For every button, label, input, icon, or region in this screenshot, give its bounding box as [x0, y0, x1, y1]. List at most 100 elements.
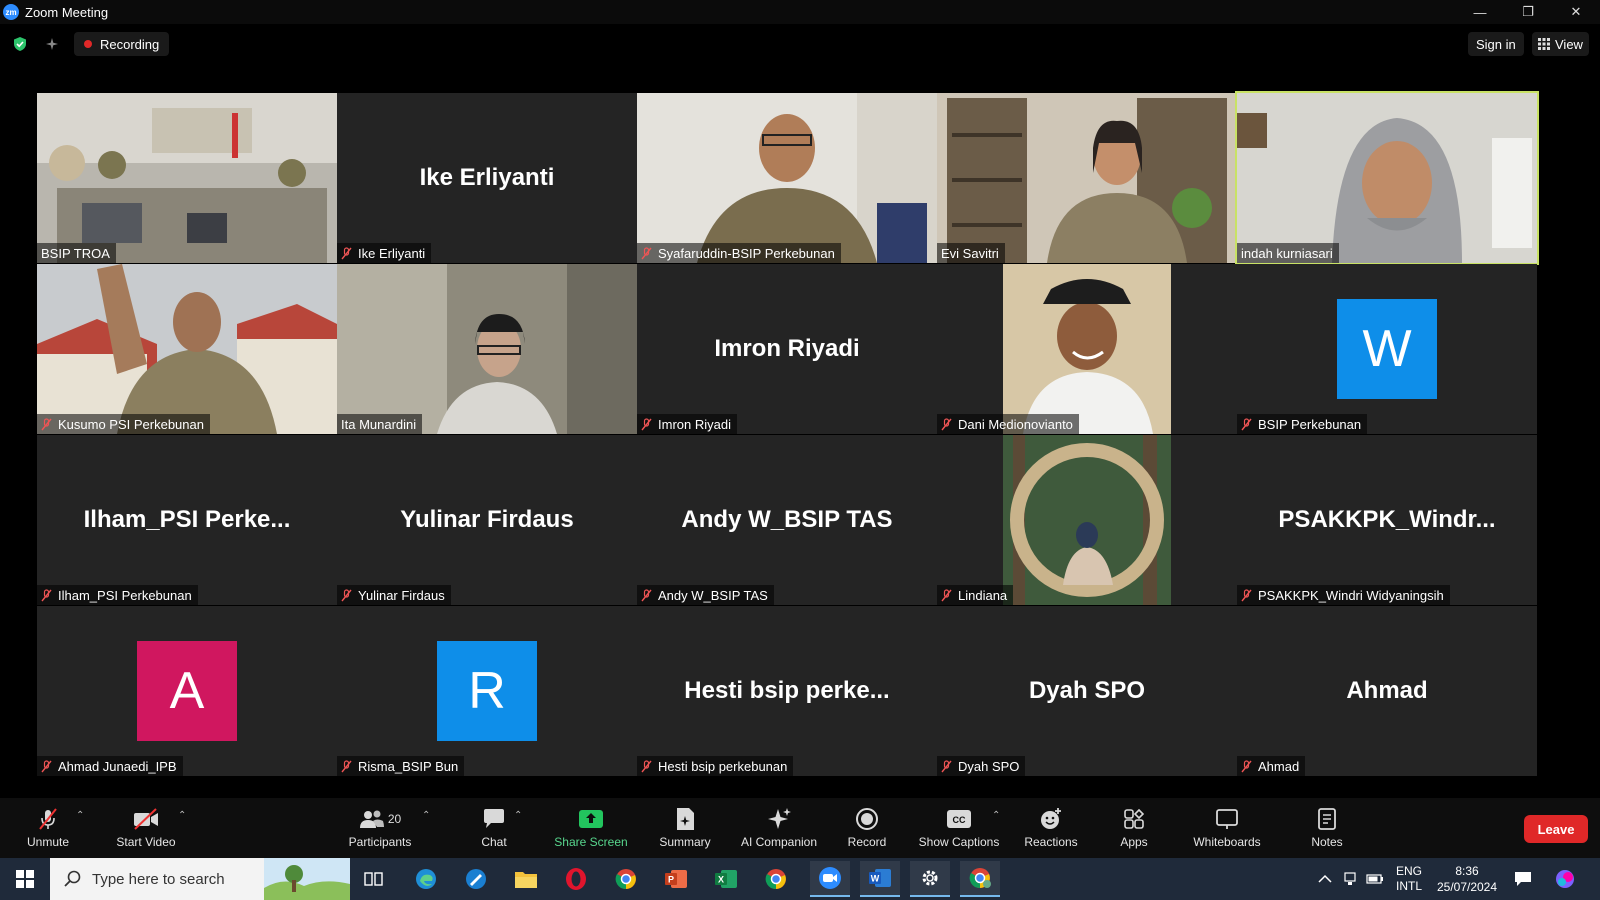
participants-button[interactable]: 20 Participants	[344, 798, 416, 858]
unmute-button[interactable]: Unmute	[22, 798, 74, 858]
clock-time: 8:36	[1455, 864, 1479, 878]
muted-mic-icon	[641, 588, 652, 601]
participant-tile[interactable]: Ahmad Ahmad	[1237, 606, 1537, 776]
participant-tile[interactable]: Imron Riyadi Imron Riyadi	[637, 264, 937, 434]
excel-icon[interactable]: X	[710, 864, 742, 894]
participant-name-tag: Dyah SPO	[937, 756, 1026, 776]
share-screen-icon	[579, 810, 603, 828]
leave-button[interactable]: Leave	[1524, 815, 1588, 843]
task-view-icon[interactable]	[358, 864, 390, 894]
edge-icon[interactable]	[410, 864, 442, 894]
chat-label: Chat	[481, 835, 507, 849]
participant-name-tag: Ahmad	[1237, 756, 1306, 776]
participant-tile[interactable]: Ita Munardini	[337, 264, 637, 434]
participant-name-tag: Syafaruddin-BSIP Perkebunan	[637, 243, 841, 263]
participant-tile[interactable]: PSAKKPK_Windr... PSAKKPK_Windri Widyanin…	[1237, 435, 1537, 605]
taskbar-clock[interactable]: 8:36 25/07/2024	[1432, 863, 1502, 895]
participant-name-tag: Evi Savitri	[937, 243, 1005, 263]
zoom-icon[interactable]	[810, 861, 850, 897]
record-dot-icon	[84, 40, 92, 48]
participant-tile[interactable]: Kusumo PSI Perkebunan	[37, 264, 337, 434]
powerpoint-icon[interactable]: P	[660, 864, 692, 894]
record-button[interactable]: Record	[840, 798, 894, 858]
minimize-button[interactable]: —	[1456, 0, 1504, 24]
video-feed	[37, 93, 337, 263]
participant-tile[interactable]: Yulinar Firdaus Yulinar Firdaus	[337, 435, 637, 605]
ai-companion-button[interactable]: AI Companion	[734, 798, 824, 858]
summary-button[interactable]: Summary	[650, 798, 720, 858]
opera-icon[interactable]	[560, 864, 592, 894]
close-button[interactable]: ✕	[1552, 0, 1600, 24]
participant-tile[interactable]: Dyah SPO Dyah SPO	[937, 606, 1237, 776]
recording-indicator[interactable]: Recording	[74, 32, 170, 56]
participant-display-name: Yulinar Firdaus	[400, 506, 574, 533]
participant-tile[interactable]: W BSIP Perkebunan	[1237, 264, 1537, 434]
apps-button[interactable]: Apps	[1110, 798, 1158, 858]
chat-options-caret-icon[interactable]: ⌃	[514, 810, 522, 821]
restore-button[interactable]: ❐	[1504, 0, 1552, 24]
audio-options-caret-icon[interactable]: ⌃	[76, 810, 84, 821]
participant-tile[interactable]: BSIP TROA	[37, 93, 337, 263]
battery-icon[interactable]	[1366, 858, 1384, 900]
participants-icon	[359, 810, 384, 828]
copilot-icon[interactable]	[1554, 858, 1576, 900]
network-icon[interactable]	[1342, 858, 1358, 900]
ai-companion-label: AI Companion	[740, 835, 818, 849]
show-captions-button[interactable]: CC Show Captions	[912, 798, 1006, 858]
word-icon[interactable]: W	[860, 861, 900, 897]
settings-icon[interactable]	[910, 861, 950, 897]
show-captions-label: Show Captions	[918, 835, 1000, 849]
participant-tile[interactable]: Syafaruddin-BSIP Perkebunan	[637, 93, 937, 263]
svg-text:X: X	[718, 875, 724, 885]
notifications-icon[interactable]	[1514, 858, 1532, 900]
taskbar-search-box[interactable]: Type here to search	[50, 858, 350, 900]
chrome-icon[interactable]	[610, 864, 642, 894]
window-title-bar: zm Zoom Meeting — ❐ ✕	[0, 0, 1600, 24]
paint-icon[interactable]	[460, 864, 492, 894]
view-label: View	[1555, 36, 1583, 52]
summary-icon	[677, 808, 694, 830]
chrome-profile-icon[interactable]	[960, 861, 1000, 897]
search-highlight-illustration	[264, 858, 350, 900]
svg-text:P: P	[668, 875, 674, 885]
video-feed	[937, 93, 1237, 263]
chat-button[interactable]: Chat	[464, 798, 524, 858]
captions-options-caret-icon[interactable]: ⌃	[992, 810, 1000, 821]
participant-tile[interactable]: Dani Medionovianto	[937, 264, 1237, 434]
input-language-indicator[interactable]: ENG INTL	[1396, 864, 1422, 894]
show-hidden-icons-button[interactable]	[1318, 858, 1332, 900]
participant-name-tag: Yulinar Firdaus	[337, 585, 451, 605]
participant-tile[interactable]: Lindiana	[937, 435, 1237, 605]
start-video-button[interactable]: Start Video	[110, 798, 182, 858]
start-button[interactable]	[0, 858, 50, 900]
shield-check-icon[interactable]	[12, 36, 28, 52]
start-video-label: Start Video	[116, 835, 176, 849]
participants-options-caret-icon[interactable]: ⌃	[422, 810, 430, 821]
reactions-button[interactable]: Reactions	[1018, 798, 1084, 858]
participant-tile[interactable]: Andy W_BSIP TAS Andy W_BSIP TAS	[637, 435, 937, 605]
sign-in-button[interactable]: Sign in	[1468, 32, 1524, 56]
share-screen-button[interactable]: Share Screen	[550, 798, 632, 858]
whiteboards-button[interactable]: Whiteboards	[1186, 798, 1268, 858]
participant-tile[interactable]: A Ahmad Junaedi_IPB	[37, 606, 337, 776]
participant-tile[interactable]: Ilham_PSI Perke... Ilham_PSI Perkebunan	[37, 435, 337, 605]
video-options-caret-icon[interactable]: ⌃	[178, 810, 186, 821]
notes-label: Notes	[1311, 835, 1343, 849]
participant-tile-active-speaker[interactable]: indah kurniasari	[1235, 91, 1539, 265]
muted-mic-icon	[341, 759, 352, 772]
chrome-icon[interactable]	[760, 864, 792, 894]
participant-display-name: Imron Riyadi	[714, 335, 860, 362]
participant-name-tag: Ike Erliyanti	[337, 243, 432, 263]
participant-tile[interactable]: Evi Savitri	[937, 93, 1237, 263]
notes-button[interactable]: Notes	[1302, 798, 1352, 858]
participant-tile[interactable]: Hesti bsip perke... Hesti bsip perkebuna…	[637, 606, 937, 776]
ai-spark-icon[interactable]	[44, 36, 60, 52]
participant-tile[interactable]: Ike Erliyanti Ike Erliyanti	[337, 93, 637, 263]
participant-name-tag: PSAKKPK_Windri Widyaningsih	[1237, 585, 1450, 605]
video-feed	[1003, 264, 1171, 434]
file-explorer-icon[interactable]	[510, 864, 542, 894]
search-icon	[64, 870, 81, 887]
closed-captions-icon: CC	[947, 810, 971, 828]
participant-tile[interactable]: R Risma_BSIP Bun	[337, 606, 637, 776]
view-button[interactable]: View	[1532, 32, 1589, 56]
